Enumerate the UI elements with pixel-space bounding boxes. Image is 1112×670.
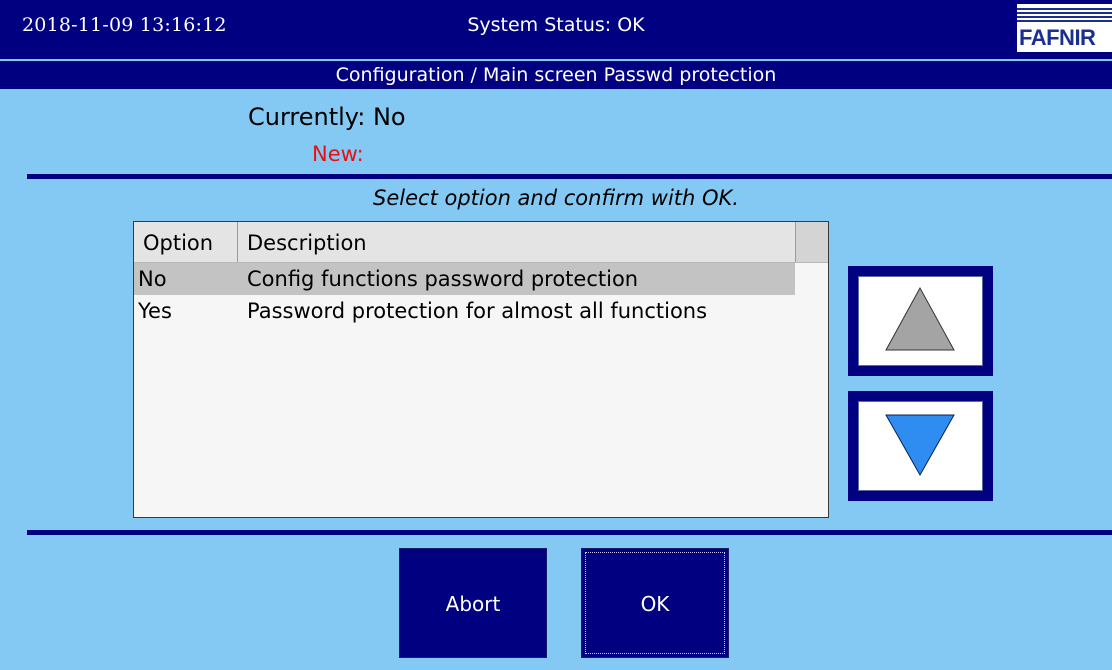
scroll-up-button[interactable] bbox=[848, 266, 993, 376]
page-title: Configuration / Main screen Passwd prote… bbox=[0, 61, 1112, 89]
list-item-yes[interactable]: Yes Password protection for almost all f… bbox=[134, 295, 795, 327]
description-cell: Password protection for almost all funct… bbox=[247, 299, 708, 323]
fafnir-logo: FAFNIR bbox=[1017, 4, 1112, 52]
new-value-label: New: bbox=[312, 142, 364, 166]
up-triangle-icon bbox=[885, 286, 955, 351]
option-cell: Yes bbox=[138, 299, 172, 323]
logo-stripes bbox=[1017, 8, 1112, 24]
column-header-option[interactable]: Option bbox=[134, 222, 238, 262]
current-value-label: Currently: No bbox=[248, 103, 406, 131]
column-header-description[interactable]: Description bbox=[238, 222, 796, 262]
instruction-text: Select option and confirm with OK. bbox=[373, 186, 739, 210]
column-header-filler bbox=[796, 222, 828, 262]
top-status-bar: 2018-11-09 13:16:12 System Status: OK FA… bbox=[0, 0, 1112, 59]
divider-top bbox=[27, 174, 1112, 179]
system-status: System Status: OK bbox=[467, 14, 645, 36]
logo-text: FAFNIR bbox=[1019, 25, 1096, 50]
list-item-no[interactable]: No Config functions password protection bbox=[134, 263, 795, 295]
scroll-down-button[interactable] bbox=[848, 391, 993, 501]
divider-bottom bbox=[27, 530, 1112, 535]
description-cell: Config functions password protection bbox=[247, 267, 639, 291]
list-header: Option Description bbox=[134, 222, 828, 263]
option-cell: No bbox=[138, 267, 167, 291]
option-list[interactable]: Option Description No Config functions p… bbox=[133, 221, 829, 518]
abort-button[interactable]: Abort bbox=[399, 548, 547, 658]
ok-button[interactable]: OK bbox=[581, 548, 729, 658]
down-triangle-icon bbox=[885, 414, 955, 477]
